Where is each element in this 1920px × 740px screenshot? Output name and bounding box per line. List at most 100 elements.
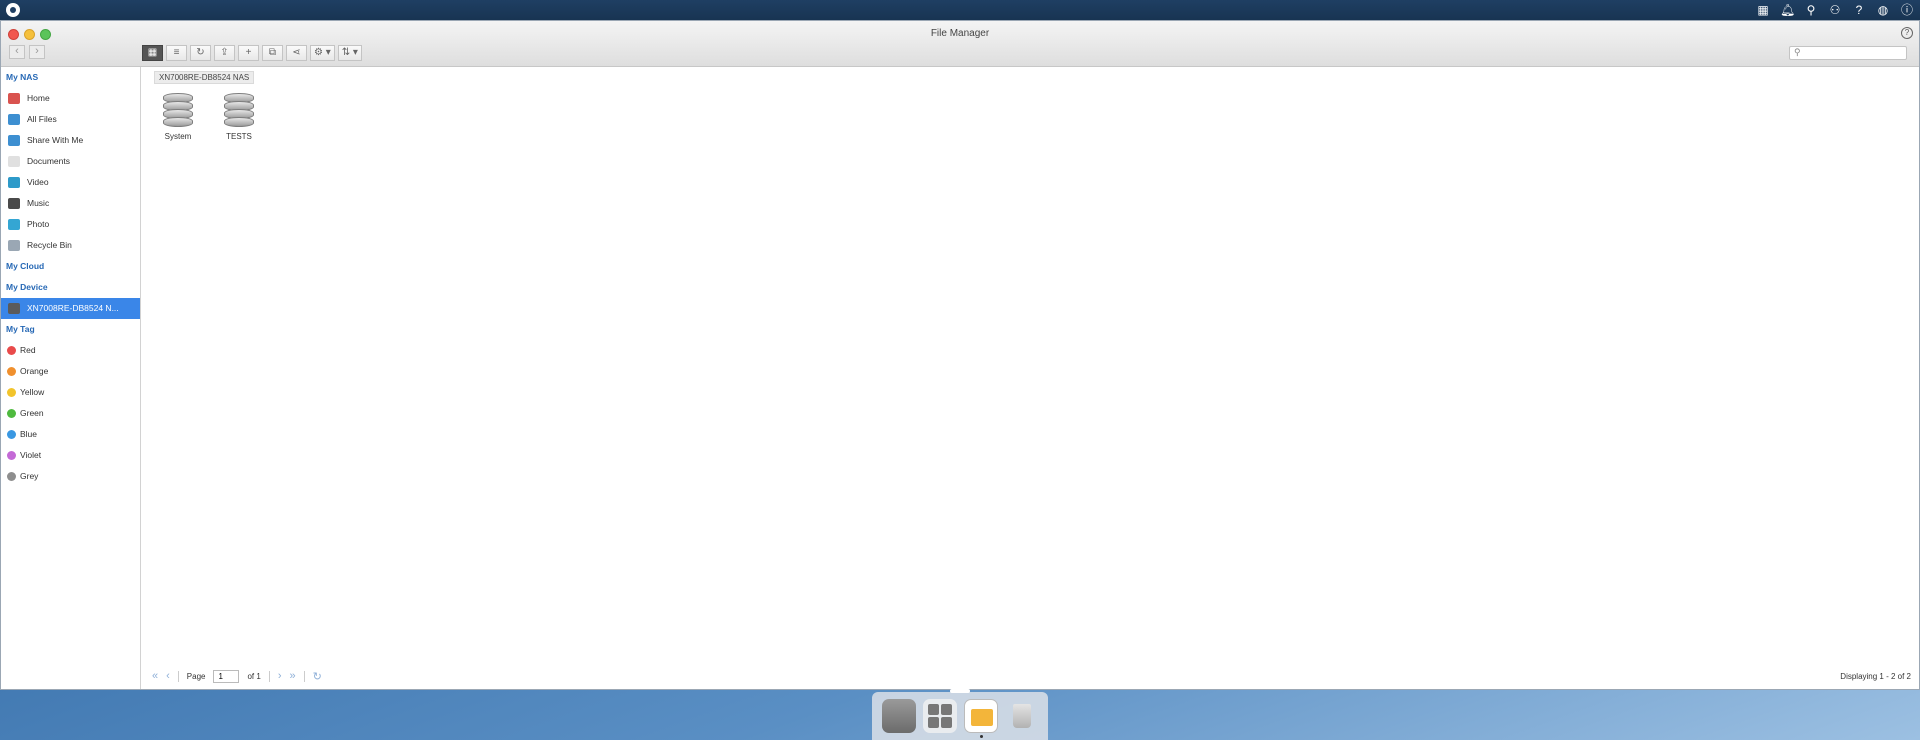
last-page-icon[interactable]: » bbox=[290, 670, 296, 682]
sidebar-item-label: XN7008RE-DB8524 N... bbox=[27, 303, 119, 313]
next-page-icon[interactable]: › bbox=[278, 670, 282, 682]
disk-layer bbox=[224, 117, 254, 127]
list-view-button[interactable]: ≡ bbox=[166, 45, 187, 61]
tag-item-yellow[interactable]: Yellow bbox=[1, 382, 140, 403]
info-icon[interactable]: ⓘ bbox=[1900, 3, 1914, 17]
sidebar-item-label: Share With Me bbox=[27, 135, 84, 145]
folder-icon bbox=[970, 709, 993, 726]
search-input[interactable]: ⚲ bbox=[1789, 46, 1907, 60]
sidebar-item-recycle-bin[interactable]: Recycle Bin bbox=[1, 235, 140, 256]
disk-layer bbox=[163, 117, 193, 127]
upload-button[interactable]: ⇪ bbox=[214, 45, 235, 61]
grid-square bbox=[927, 704, 939, 715]
tag-color-icon bbox=[7, 367, 16, 376]
refresh-icon[interactable]: ↻ bbox=[313, 670, 322, 683]
page-number-input[interactable] bbox=[213, 669, 240, 683]
section-my-tag[interactable]: My Tag bbox=[1, 319, 140, 340]
list-icon: ≡ bbox=[173, 47, 180, 58]
system-tray: ▦ 🔔︎ ⚲ ⚇ ? ◍ ⓘ bbox=[1756, 3, 1914, 17]
sidebar-item-label: Photo bbox=[27, 219, 50, 229]
prev-page-icon[interactable]: ‹ bbox=[166, 670, 170, 682]
grid-square bbox=[940, 717, 952, 728]
qnap-logo-icon[interactable] bbox=[6, 3, 20, 17]
recycle-bin-app-icon[interactable] bbox=[1005, 699, 1039, 733]
file-item[interactable]: TESTS bbox=[215, 93, 263, 141]
file-manager-app-icon[interactable] bbox=[963, 699, 998, 733]
page-total-label: of 1 bbox=[247, 671, 261, 681]
bell-icon[interactable]: 🔔︎ bbox=[1780, 3, 1795, 17]
section-my-nas[interactable]: My NAS bbox=[1, 67, 140, 88]
user-icon[interactable]: ⚇ bbox=[1828, 3, 1842, 17]
nas-device-icon bbox=[8, 303, 20, 314]
displaying-count: Displaying 1 - 2 of 2 bbox=[1840, 671, 1911, 681]
tag-color-icon bbox=[7, 409, 16, 418]
sidebar-item-home[interactable]: Home bbox=[1, 88, 140, 109]
tag-label: Grey bbox=[20, 471, 39, 481]
tag-color-icon bbox=[7, 346, 16, 355]
file-name: System bbox=[164, 132, 192, 141]
sidebar-item-music[interactable]: Music bbox=[1, 193, 140, 214]
sidebar-item-label: Documents bbox=[27, 156, 70, 166]
sort-button[interactable]: ⇅ ▾ bbox=[337, 45, 362, 61]
sidebar-item-label: Music bbox=[27, 198, 50, 208]
sidebar-item-label: All Files bbox=[27, 114, 57, 124]
tag-item-green[interactable]: Green bbox=[1, 403, 140, 424]
sidebar-item-device[interactable]: XN7008RE-DB8524 N... bbox=[1, 298, 140, 319]
dock-handle[interactable] bbox=[950, 689, 970, 693]
refresh-button[interactable]: ↻ bbox=[190, 45, 211, 61]
file-item[interactable]: System bbox=[154, 93, 202, 141]
section-my-cloud[interactable]: My Cloud bbox=[1, 256, 140, 277]
tag-color-icon bbox=[7, 451, 16, 460]
grid-square bbox=[940, 704, 952, 715]
new-folder-button[interactable]: + bbox=[238, 45, 259, 61]
settings-button[interactable]: ⚙ ▾ bbox=[310, 45, 335, 61]
pagination-bar: « ‹ Page of 1 › » ↻ Displaying 1 - 2 of … bbox=[152, 667, 1911, 685]
sidebar-item-photo[interactable]: Photo bbox=[1, 214, 140, 235]
sidebar-item-label: Recycle Bin bbox=[27, 240, 72, 250]
tag-item-red[interactable]: Red bbox=[1, 340, 140, 361]
tag-item-blue[interactable]: Blue bbox=[1, 424, 140, 445]
first-page-icon[interactable]: « bbox=[152, 670, 158, 682]
tag-item-grey[interactable]: Grey bbox=[1, 466, 140, 487]
sort-icon: ⇅ ▾ bbox=[341, 47, 358, 58]
grid-view-button[interactable]: ▦ bbox=[142, 45, 163, 61]
shared-folder-icon bbox=[8, 135, 20, 146]
share-button[interactable]: ⋖ bbox=[286, 45, 307, 61]
search-icon[interactable]: ⚲ bbox=[1804, 3, 1818, 17]
tag-item-orange[interactable]: Orange bbox=[1, 361, 140, 382]
section-my-device[interactable]: My Device bbox=[1, 277, 140, 298]
sidebar: My NAS Home All Files Share With Me Documen… bbox=[1, 67, 141, 689]
tag-label: Violet bbox=[20, 450, 42, 460]
file-manager-window: File Manager ? ‹ › ▦ ≡ ↻ ⇪ + ⧉ ⋖ ⚙ ▾ ⇅ ▾… bbox=[0, 20, 1920, 690]
app-center-icon[interactable] bbox=[922, 699, 957, 733]
forward-button[interactable]: › bbox=[29, 45, 45, 59]
tag-label: Blue bbox=[20, 429, 38, 439]
control-panel-app-icon[interactable] bbox=[881, 699, 916, 733]
active-app-indicator bbox=[980, 735, 983, 738]
sidebar-item-documents[interactable]: Documents bbox=[1, 151, 140, 172]
help-button[interactable]: ? bbox=[1901, 27, 1913, 39]
globe-icon[interactable]: ◍ bbox=[1876, 3, 1890, 17]
toolbar: ▦ ≡ ↻ ⇪ + ⧉ ⋖ ⚙ ▾ ⇅ ▾ bbox=[142, 45, 362, 61]
breadcrumb[interactable]: XN7008RE-DB8524 NAS bbox=[154, 71, 255, 84]
recycle-bin-icon bbox=[8, 240, 20, 251]
tag-color-icon bbox=[7, 430, 16, 439]
document-icon bbox=[8, 156, 20, 167]
sidebar-item-label: Home bbox=[27, 93, 50, 103]
grid-icon: ▦ bbox=[147, 47, 158, 58]
tag-item-violet[interactable]: Violet bbox=[1, 445, 140, 466]
sidebar-item-label: Video bbox=[27, 177, 49, 187]
gear-icon: ⚙ ▾ bbox=[314, 47, 331, 58]
sidebar-item-all-files[interactable]: All Files bbox=[1, 109, 140, 130]
tag-label: Red bbox=[20, 345, 36, 355]
upload-icon: ⇪ bbox=[220, 47, 229, 58]
divider bbox=[303, 670, 305, 682]
help-icon[interactable]: ? bbox=[1852, 3, 1866, 17]
apps-grid-icon[interactable]: ▦ bbox=[1756, 3, 1770, 17]
sidebar-item-share-with-me[interactable]: Share With Me bbox=[1, 130, 140, 151]
back-button[interactable]: ‹ bbox=[9, 45, 25, 59]
tag-label: Yellow bbox=[20, 387, 45, 397]
transfer-button[interactable]: ⧉ bbox=[262, 45, 283, 61]
sidebar-item-video[interactable]: Video bbox=[1, 172, 140, 193]
title-bar: File Manager ? ‹ › ▦ ≡ ↻ ⇪ + ⧉ ⋖ ⚙ ▾ ⇅ ▾… bbox=[1, 21, 1919, 67]
